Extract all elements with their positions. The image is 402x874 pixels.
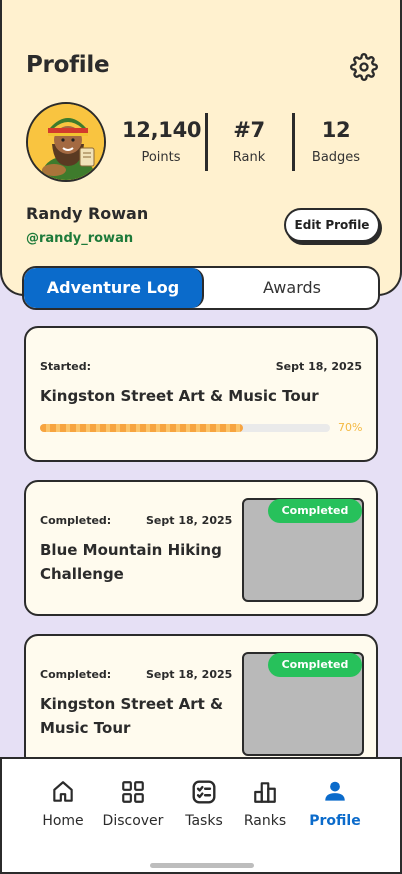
- nav-label: Profile: [309, 813, 361, 829]
- nav-item-discover[interactable]: Discover: [96, 779, 170, 829]
- progress-percent: 70%: [338, 421, 363, 434]
- rank-value: #7: [233, 118, 265, 142]
- completed-badge: Completed: [268, 499, 362, 523]
- bottom-nav: Home Discover Tasks Ranks Profile: [0, 757, 402, 874]
- stat-divider: [292, 113, 295, 171]
- badges-value: 12: [321, 118, 351, 142]
- home-icon: [53, 781, 73, 802]
- adventure-title: Kingston Street Art & Music Tour: [40, 387, 319, 405]
- grid-icon: [122, 781, 144, 803]
- date-label: Sept 18, 2025: [146, 514, 233, 527]
- ranks-icon: [254, 782, 276, 803]
- points-stat: 12,140 Points: [122, 118, 202, 165]
- nav-item-home[interactable]: Home: [26, 779, 100, 829]
- adventure-card[interactable]: Completed: Sept 18, 2025 Blue Mountain H…: [24, 480, 378, 616]
- nav-label: Discover: [102, 813, 164, 829]
- stat-divider: [205, 113, 208, 171]
- adventure-title-line: Music Tour: [40, 719, 131, 737]
- profile-tabs: Adventure Log Awards: [22, 266, 380, 310]
- date-label: Sept 18, 2025: [275, 360, 362, 373]
- adventure-title: Blue Mountain Hiking Challenge: [40, 538, 222, 586]
- tab-adventure-log[interactable]: Adventure Log: [24, 268, 204, 308]
- page-title: Profile: [26, 52, 110, 78]
- date-label: Sept 18, 2025: [146, 668, 233, 681]
- points-label: Points: [141, 150, 181, 165]
- adventure-title-line: Blue Mountain Hiking: [40, 541, 222, 559]
- completed-badge: Completed: [268, 653, 362, 677]
- tasks-icon: [192, 780, 216, 804]
- user-name: Randy Rowan: [26, 204, 149, 223]
- rank-label: Rank: [232, 150, 266, 165]
- tab-awards[interactable]: Awards: [204, 268, 378, 308]
- rank-stat: #7 Rank: [222, 118, 276, 165]
- status-label: Completed:: [40, 514, 112, 527]
- gear-icon[interactable]: [350, 53, 378, 81]
- badges-label: Badges: [311, 150, 361, 165]
- nav-label: Ranks: [243, 813, 287, 829]
- adventure-card[interactable]: Started: Sept 18, 2025 Kingston Street A…: [24, 326, 378, 462]
- status-label: Started:: [40, 360, 92, 373]
- user-handle: @randy_rowan: [26, 231, 134, 246]
- home-indicator: [150, 863, 254, 868]
- nav-item-ranks[interactable]: Ranks: [228, 779, 302, 829]
- status-label: Completed:: [40, 668, 112, 681]
- adventure-title: Kingston Street Art & Music Tour: [40, 692, 223, 740]
- adventure-card[interactable]: Completed: Sept 18, 2025 Kingston Street…: [24, 634, 378, 770]
- adventure-title-line: Challenge: [40, 565, 124, 583]
- badges-stat: 12 Badges: [304, 118, 368, 165]
- person-icon: [325, 781, 345, 801]
- adventure-title-line: Kingston Street Art &: [40, 695, 224, 713]
- profile-header: Profile 12,140 Points #7 Rank 12 Badges …: [0, 0, 402, 296]
- nav-item-profile[interactable]: Profile: [298, 779, 372, 829]
- nav-label: Home: [42, 813, 84, 829]
- progress-fill: [40, 424, 243, 432]
- progress-bar: [40, 424, 330, 432]
- edit-profile-button[interactable]: Edit Profile: [284, 208, 380, 242]
- avatar: [26, 102, 106, 182]
- points-value: 12,140: [122, 118, 202, 142]
